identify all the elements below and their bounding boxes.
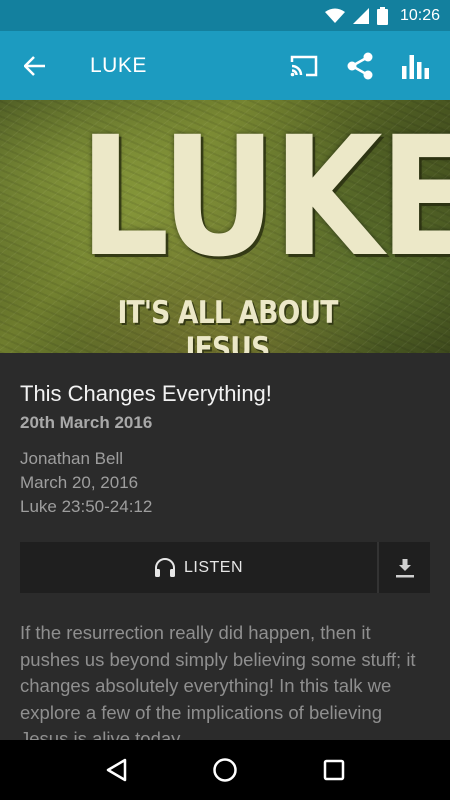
sermon-date: March 20, 2016 [20,473,139,492]
share-icon [347,52,373,79]
artwork-subline: IT'S ALL ABOUT JESUS [117,295,338,353]
circle-home-icon [213,758,237,782]
stats-icon [402,54,429,79]
sermon-date-heading: 20th March 2016 [20,413,153,432]
stats-button[interactable] [388,31,444,100]
sermon-title: This Changes Everything! [20,381,272,406]
sermon-details: This Changes Everything! 20th March 2016… [0,353,450,740]
square-recents-icon [323,759,344,781]
nav-home-button[interactable] [195,740,255,800]
signal-icon [352,7,369,24]
cast-button[interactable] [276,31,332,100]
arrow-back-icon [24,55,45,76]
series-artwork: LUKE IT'S ALL ABOUT JESUS [0,100,450,353]
download-button[interactable] [379,542,430,593]
sermon-passage: Luke 23:50-24:12 [20,497,153,516]
nav-back-button[interactable] [86,740,146,800]
nav-recents-button[interactable] [304,740,364,800]
headphones-icon [154,557,175,577]
listen-button[interactable]: LISTEN [20,542,377,593]
download-icon [395,558,414,577]
sermon-speaker: Jonathan Bell [20,449,124,468]
share-button[interactable] [332,31,388,100]
listen-label: LISTEN [183,558,243,576]
battery-icon [376,6,388,25]
wifi-icon [324,8,345,24]
artwork-headline: LUKE [79,101,450,293]
back-button[interactable] [0,31,70,100]
status-time: 10:26 [399,6,440,24]
listen-row: LISTEN [20,542,430,593]
status-bar: 10:26 [0,0,450,31]
cast-icon [290,55,318,76]
triangle-back-icon [107,758,127,782]
navigation-bar [0,740,450,800]
sermon-description: If the resurrection really did happen, t… [20,622,416,740]
app-bar: LUKE [0,31,450,100]
page-title: LUKE [90,53,147,77]
